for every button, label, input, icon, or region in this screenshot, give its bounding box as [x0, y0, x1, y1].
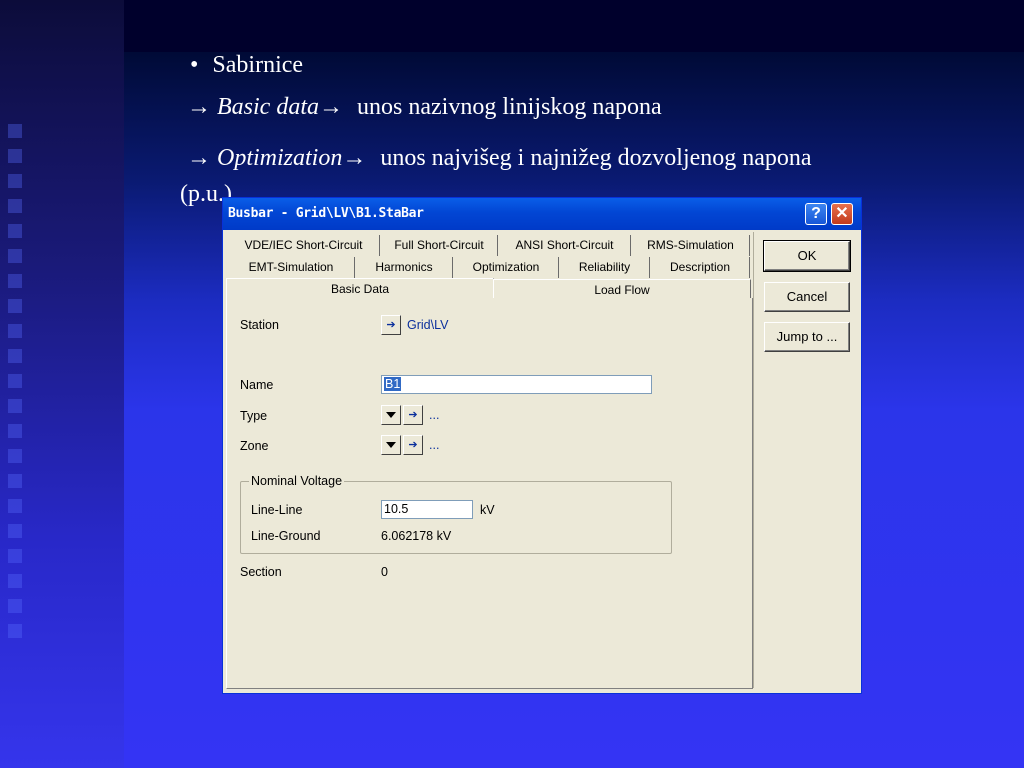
name-label: Name — [240, 378, 274, 392]
tab-optimization[interactable]: Optimization — [454, 257, 559, 278]
jump-arrow-icon[interactable]: ➔ — [403, 405, 423, 425]
dialog-titlebar[interactable]: Busbar - Grid\LV\B1.StaBar ? ✕ — [223, 198, 861, 230]
name-input-value: B1 — [384, 377, 402, 391]
ok-button[interactable]: OK — [763, 240, 851, 272]
cancel-button[interactable]: Cancel — [764, 282, 850, 312]
line-ground-value: 6.062178 kV — [381, 529, 452, 543]
tab-rms-simulation[interactable]: RMS-Simulation — [632, 235, 750, 256]
station-link[interactable]: Grid\LV — [407, 318, 448, 332]
optimization-description: unos najvišeg i najnižeg dozvoljenog nap… — [380, 145, 812, 171]
dialog-title: Busbar - Grid\LV\B1.StaBar — [228, 206, 424, 221]
line-line-input[interactable]: 10.5 — [381, 500, 473, 519]
slide-left-band — [0, 0, 124, 768]
slide-optimization-line: → Optimization→ unos najvišeg i najnižeg… — [187, 145, 812, 172]
station-label: Station — [240, 318, 279, 332]
busbar-dialog: Busbar - Grid\LV\B1.StaBar ? ✕ VDE/IEC S… — [222, 197, 862, 694]
tab-emt-simulation[interactable]: EMT-Simulation — [228, 257, 355, 278]
nominal-voltage-title: Nominal Voltage — [249, 474, 345, 488]
line-line-label: Line-Line — [251, 503, 303, 517]
dropdown-icon[interactable] — [381, 435, 401, 455]
bullet-glyph: • — [190, 52, 199, 78]
arrow-glyph: → — [187, 145, 211, 171]
section-label: Section — [240, 565, 282, 579]
tab-full-short-circuit[interactable]: Full Short-Circuit — [381, 235, 498, 256]
tab-ansi-short-circuit[interactable]: ANSI Short-Circuit — [499, 235, 631, 256]
section-value: 0 — [381, 565, 388, 579]
bullet-text: Sabirnice — [212, 52, 304, 78]
tab-basic-data[interactable]: Basic Data — [226, 278, 494, 300]
tab-harmonics[interactable]: Harmonics — [356, 257, 453, 278]
zone-value[interactable]: ... — [429, 438, 439, 452]
tab-description[interactable]: Description — [651, 257, 750, 278]
dropdown-icon[interactable] — [381, 405, 401, 425]
jump-arrow-icon[interactable]: ➔ — [381, 315, 401, 335]
slide-top-band — [124, 0, 1024, 52]
jump-arrow-icon[interactable]: ➔ — [403, 435, 423, 455]
term-optimization: Optimization — [217, 145, 343, 171]
tab-reliability[interactable]: Reliability — [560, 257, 650, 278]
slide-basic-data-line: → Basic data→ unos nazivnog linijskog na… — [187, 94, 662, 121]
zone-label: Zone — [240, 439, 269, 453]
type-label: Type — [240, 409, 268, 423]
type-value[interactable]: ... — [429, 408, 439, 422]
tab-vde-iec-short-circuit[interactable]: VDE/IEC Short-Circuit — [228, 235, 380, 256]
name-input[interactable]: B1 — [381, 375, 652, 394]
arrow-glyph: → — [187, 94, 211, 120]
arrow-glyph: → — [342, 145, 367, 171]
term-basic-data: Basic data — [217, 94, 319, 120]
jump-to-button[interactable]: Jump to ... — [764, 322, 850, 352]
basic-data-description: unos nazivnog linijskog napona — [357, 94, 662, 120]
close-icon[interactable]: ✕ — [831, 203, 853, 225]
line-line-unit: kV — [480, 503, 495, 517]
arrow-glyph: → — [319, 94, 343, 120]
slide-bullet-line: • Sabirnice — [190, 52, 303, 79]
help-icon[interactable]: ? — [805, 203, 827, 225]
line-ground-label: Line-Ground — [251, 529, 321, 543]
